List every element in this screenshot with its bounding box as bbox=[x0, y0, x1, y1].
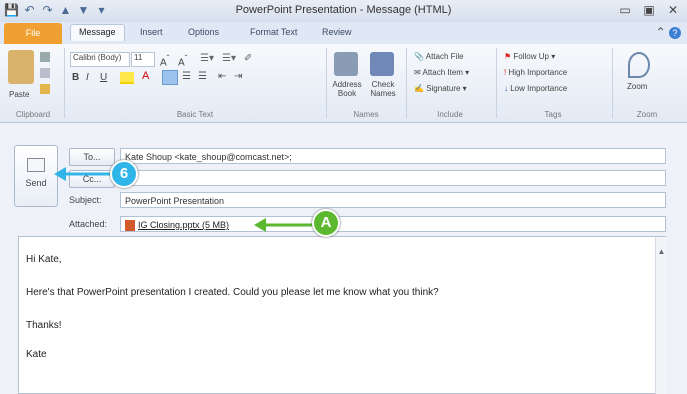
check-names-label[interactable]: Check Names bbox=[366, 80, 400, 98]
tab-file-label: File bbox=[25, 28, 41, 38]
maximize-button[interactable]: ▣ bbox=[638, 2, 660, 19]
callout-a: A bbox=[312, 209, 340, 237]
attach-file-button[interactable]: 📎 Attach File bbox=[414, 52, 464, 61]
shrink-font-icon[interactable]: Aˇ bbox=[178, 53, 187, 68]
follow-up-button[interactable]: ⚑ Follow Up ▾ bbox=[504, 52, 555, 61]
font-size-value: 11 bbox=[134, 53, 143, 62]
scrollbar[interactable]: ▲ bbox=[655, 237, 667, 394]
zoom-group-label: Zoom bbox=[636, 110, 658, 119]
cut-icon[interactable] bbox=[40, 52, 50, 62]
address-book-icon[interactable] bbox=[334, 52, 358, 76]
tab-review[interactable]: Review bbox=[322, 27, 352, 37]
signature-label: Signature bbox=[426, 84, 461, 93]
callout-step-6: 6 bbox=[110, 160, 138, 188]
bold-icon[interactable]: B bbox=[72, 72, 79, 83]
bullets-icon[interactable]: ☰▾ bbox=[200, 53, 214, 64]
font-color-icon[interactable]: A bbox=[142, 70, 149, 82]
increase-indent-icon[interactable]: ⇥ bbox=[234, 71, 242, 82]
highlight-icon[interactable] bbox=[120, 72, 134, 84]
magnifier-icon[interactable] bbox=[628, 52, 650, 78]
follow-up-label: Follow Up bbox=[513, 52, 549, 61]
paperclip-icon: 📎 bbox=[414, 52, 426, 61]
low-importance-button[interactable]: ↓ Low Importance bbox=[504, 84, 567, 93]
subject-label: Subject: bbox=[69, 195, 102, 205]
to-field[interactable]: Kate Shoup <kate_shoup@comcast.net>; bbox=[120, 148, 666, 164]
window-title: PowerPoint Presentation - Message (HTML) bbox=[235, 4, 452, 16]
font-name-value: Calibri (Body) bbox=[73, 53, 122, 62]
numbering-icon[interactable]: ☰▾ bbox=[222, 53, 236, 64]
grow-font-icon[interactable]: Aˆ bbox=[160, 53, 169, 68]
greeting-line: Hi Kate, bbox=[26, 254, 62, 265]
align-center-icon[interactable]: ☰ bbox=[182, 71, 191, 82]
names-group-label: Names bbox=[353, 110, 379, 119]
send-button[interactable]: Send bbox=[14, 145, 58, 207]
cc-field[interactable] bbox=[120, 170, 666, 186]
body-line: Here's that PowerPoint presentation I cr… bbox=[26, 287, 439, 298]
separator bbox=[64, 48, 65, 118]
clear-formatting-icon[interactable]: ✐ bbox=[244, 53, 252, 64]
send-envelope-icon bbox=[27, 158, 45, 172]
thanks-line: Thanks! bbox=[26, 320, 62, 331]
scroll-up-icon[interactable]: ▲ bbox=[656, 247, 667, 256]
decrease-indent-icon[interactable]: ⇤ bbox=[218, 71, 226, 82]
separator bbox=[496, 48, 497, 118]
subject-field[interactable]: PowerPoint Presentation bbox=[120, 192, 666, 208]
tags-group-label: Tags bbox=[544, 110, 562, 119]
attach-file-label: Attach File bbox=[425, 52, 464, 61]
format-painter-icon[interactable] bbox=[40, 84, 50, 94]
font-size-box[interactable]: 11 bbox=[131, 52, 155, 67]
font-name-box[interactable]: Calibri (Body) bbox=[70, 52, 130, 67]
message-body[interactable] bbox=[18, 236, 666, 394]
tab-format-text[interactable]: Format Text bbox=[250, 27, 297, 37]
separator bbox=[612, 48, 613, 118]
attach-item-button[interactable]: ✉ Attach Item ▾ bbox=[414, 68, 469, 77]
tab-message[interactable]: Message bbox=[70, 24, 125, 41]
attachment-link[interactable]: IG Closing.pptx (5 MB) bbox=[138, 220, 229, 230]
signature-button[interactable]: ✍ Signature ▾ bbox=[414, 84, 467, 93]
italic-icon[interactable]: I bbox=[86, 72, 89, 83]
clipboard-group-label: Clipboard bbox=[15, 110, 51, 119]
check-names-icon[interactable] bbox=[370, 52, 394, 76]
underline-icon[interactable]: U bbox=[100, 72, 107, 83]
align-right-icon[interactable]: ☰ bbox=[198, 71, 207, 82]
zoom-label[interactable]: Zoom bbox=[627, 82, 647, 91]
attached-label: Attached: bbox=[69, 219, 108, 229]
copy-icon[interactable] bbox=[40, 68, 50, 78]
tab-options[interactable]: Options bbox=[188, 27, 219, 37]
tab-insert[interactable]: Insert bbox=[140, 27, 163, 37]
tab-file[interactable]: File bbox=[4, 23, 62, 44]
separator bbox=[406, 48, 407, 118]
signature-icon: ✍ bbox=[414, 84, 427, 93]
align-left-icon[interactable] bbox=[162, 70, 178, 85]
help-icon[interactable]: ⌃ ? bbox=[656, 25, 681, 39]
low-importance-label: Low Importance bbox=[510, 84, 568, 93]
pptx-file-icon bbox=[125, 220, 135, 231]
paste-icon[interactable] bbox=[8, 50, 34, 84]
attach-item-label: Attach Item bbox=[422, 68, 463, 77]
separator bbox=[326, 48, 327, 118]
flag-icon: ⚑ bbox=[504, 52, 514, 61]
basic-text-group-label: Basic Text bbox=[176, 110, 214, 119]
include-group-label: Include bbox=[437, 110, 463, 119]
paste-label: Paste bbox=[9, 90, 30, 99]
address-book-label[interactable]: Address Book bbox=[330, 80, 364, 98]
attached-field: IG Closing.pptx (5 MB) bbox=[120, 216, 666, 232]
minimize-button[interactable]: ▭ bbox=[614, 2, 636, 19]
close-button[interactable]: ✕ bbox=[662, 2, 684, 19]
high-importance-button[interactable]: ! High Importance bbox=[504, 68, 567, 77]
signature-line: Kate bbox=[26, 349, 47, 360]
send-label: Send bbox=[25, 178, 47, 188]
high-importance-label: High Importance bbox=[508, 68, 568, 77]
